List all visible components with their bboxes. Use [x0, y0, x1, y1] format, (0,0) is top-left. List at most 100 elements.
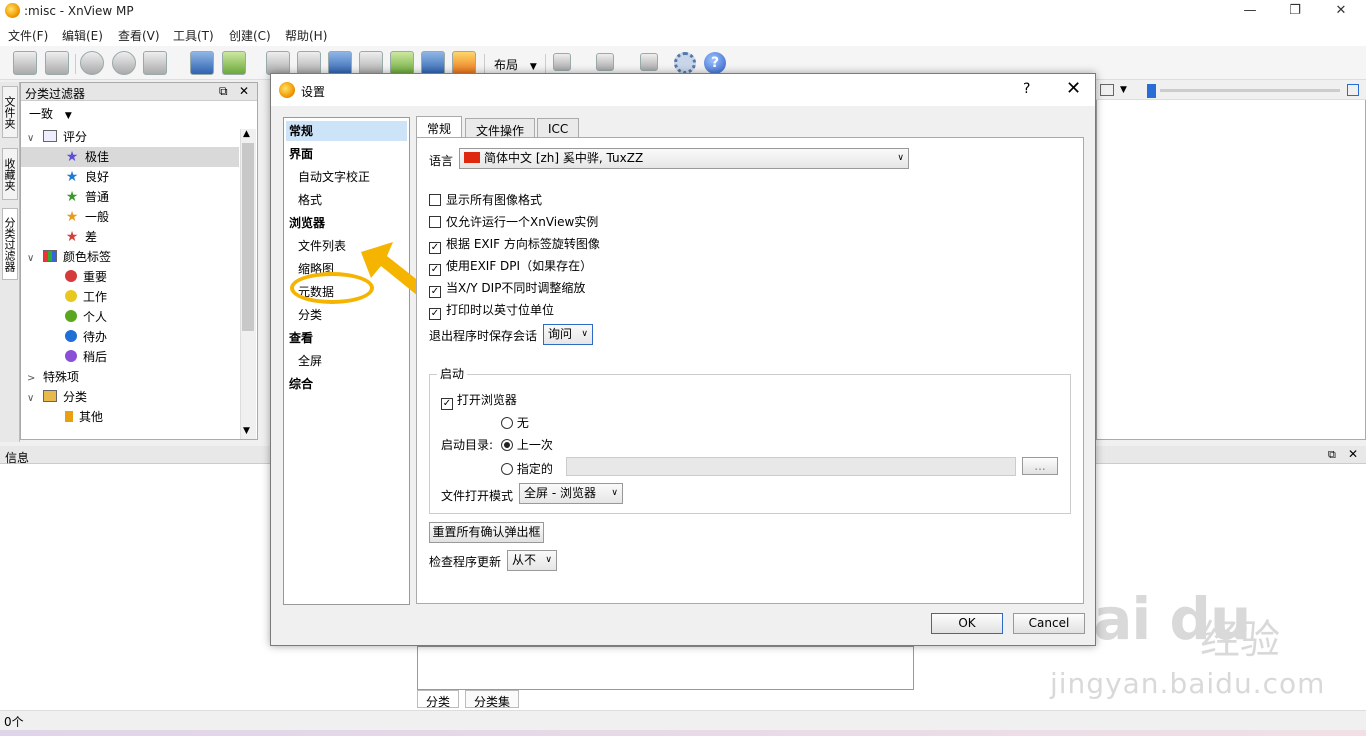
tab-file-operations[interactable]: 文件操作 [465, 118, 536, 138]
view-icon[interactable] [13, 51, 37, 75]
scroll-up-icon[interactable]: ▲ [243, 129, 250, 139]
nav-item[interactable]: 自动文字校正 [298, 167, 370, 187]
option-checkbox[interactable]: ✓ 打印时以英寸位单位 [429, 301, 554, 320]
tab-general[interactable]: 常规 [416, 116, 463, 138]
tree-item[interactable]: 工作 [21, 287, 239, 307]
tree-item[interactable]: ∨ 评分 [21, 127, 239, 147]
tree-icon[interactable] [640, 53, 658, 71]
tree-item[interactable]: 个人 [21, 307, 239, 327]
nav-item[interactable]: 分类 [298, 305, 322, 325]
tree-item[interactable]: ∨ 颜色标签 [21, 247, 239, 267]
startup-path-input[interactable] [566, 457, 1016, 476]
startup-option-none[interactable]: 无 [501, 414, 529, 431]
tree-item[interactable]: > 特殊项 [21, 367, 239, 387]
tab-folders[interactable]: 文件夹 [2, 86, 18, 138]
menu-file[interactable]: 文件(F) [8, 27, 48, 44]
restore-button[interactable]: ❐ [1283, 2, 1307, 20]
cancel-button[interactable]: Cancel [1013, 613, 1085, 634]
compare-icon[interactable] [553, 53, 571, 71]
option-checkbox[interactable]: ✓ 当X/Y DIP不同时调整缩放 [429, 279, 585, 298]
nav-item[interactable]: 综合 [289, 374, 313, 394]
nav-item[interactable]: 查看 [289, 328, 313, 348]
tree-item[interactable]: ★ 一般 [21, 207, 239, 227]
menu-tools[interactable]: 工具(T) [173, 27, 214, 44]
startup-option-specified[interactable]: 指定的 [501, 460, 553, 477]
file-open-mode-select[interactable]: 全屏 - 浏览器 ∨ [519, 483, 623, 504]
tab-category-filter[interactable]: 分类过滤器 [2, 208, 18, 280]
open-folder-icon[interactable] [222, 51, 246, 75]
slider-thumb[interactable] [1147, 84, 1156, 98]
dialog-close-button[interactable]: ✕ [1066, 78, 1081, 99]
open-browser-checkbox[interactable]: ✓ 打开浏览器 [441, 391, 517, 410]
check-updates-select[interactable]: 从不 ∨ [507, 550, 557, 571]
dialog-help-button[interactable]: ? [1023, 81, 1030, 97]
nav-item[interactable]: 浏览器 [289, 213, 325, 233]
tree-item[interactable]: 稍后 [21, 347, 239, 367]
tab-favorites[interactable]: 收藏夹 [2, 148, 18, 200]
bookmark-icon[interactable] [596, 53, 614, 71]
option-checkbox[interactable]: ✓ 根据 EXIF 方向标签旋转图像 [429, 235, 600, 254]
menu-edit[interactable]: 编辑(E) [62, 27, 103, 44]
chevron-right-icon[interactable]: > [27, 369, 43, 389]
ok-button[interactable]: OK [931, 613, 1003, 634]
option-checkbox[interactable]: ✓ 使用EXIF DPI（如果存在） [429, 257, 592, 276]
view-mode-icon[interactable] [1100, 84, 1114, 96]
nav-item[interactable]: 常规 [289, 121, 313, 141]
tree-item[interactable]: ★ 普通 [21, 187, 239, 207]
tree-item[interactable]: 待办 [21, 327, 239, 347]
menu-help[interactable]: 帮助(H) [285, 27, 327, 44]
tree-item[interactable]: ★ 差 [21, 227, 239, 247]
layout-dropdown[interactable]: 布局 ▼ [494, 56, 537, 73]
menu-create[interactable]: 创建(C) [229, 27, 271, 44]
tab-icc[interactable]: ICC [537, 118, 580, 138]
refresh-icon[interactable] [190, 51, 214, 75]
chevron-down-icon[interactable]: ▼ [1120, 85, 1127, 95]
option-checkbox[interactable]: 显示所有图像格式 [429, 191, 542, 208]
minimize-button[interactable]: — [1238, 2, 1262, 20]
binoculars-icon[interactable] [266, 51, 290, 75]
capture-icon[interactable] [421, 51, 445, 75]
match-mode-dropdown[interactable]: 一致 ▼ [29, 105, 72, 122]
convert-icon[interactable] [359, 51, 383, 75]
rotate-left-icon[interactable] [80, 51, 104, 75]
tab-category-sets[interactable]: 分类集 [465, 690, 520, 709]
close-icon[interactable]: ✕ [239, 84, 249, 98]
thumbnail-size-slider[interactable] [1160, 89, 1340, 92]
chevron-down-icon[interactable]: ∨ [27, 249, 43, 269]
fit-icon[interactable] [1347, 84, 1359, 96]
gear-icon[interactable] [674, 52, 696, 74]
fullscreen-icon[interactable] [45, 51, 69, 75]
slideshow-icon[interactable] [452, 51, 476, 75]
browse-button[interactable]: ... [1022, 457, 1058, 475]
menu-view[interactable]: 查看(V) [118, 27, 160, 44]
close-button[interactable]: ✕ [1329, 2, 1353, 20]
nav-item[interactable]: 文件列表 [298, 236, 346, 256]
save-session-select[interactable]: 询问 ∨ [543, 324, 593, 345]
close-icon[interactable]: ✕ [1348, 447, 1358, 461]
startup-option-last[interactable]: 上一次 [501, 436, 553, 453]
tree-item[interactable]: 其他 [21, 407, 239, 427]
pin-icon[interactable]: ⧉ [1328, 448, 1336, 462]
chevron-down-icon[interactable]: ∨ [27, 129, 43, 149]
batch-icon[interactable] [390, 51, 414, 75]
pin-icon[interactable]: ⧉ [219, 84, 228, 99]
tree-item[interactable]: ★ 良好 [21, 167, 239, 187]
help-icon[interactable]: ? [704, 52, 726, 74]
option-checkbox[interactable]: 仅允许运行一个XnView实例 [429, 213, 598, 230]
rotate-right-icon[interactable] [112, 51, 136, 75]
print-icon[interactable] [297, 51, 321, 75]
nav-item[interactable]: 全屏 [298, 351, 322, 371]
tree-item[interactable]: ★ 极佳 [21, 147, 239, 167]
scan-icon[interactable] [328, 51, 352, 75]
tree-item[interactable]: 重要 [21, 267, 239, 287]
reset-confirmations-button[interactable]: 重置所有确认弹出框 [429, 522, 544, 543]
nav-item[interactable]: 界面 [289, 144, 313, 164]
nav-item[interactable]: 格式 [298, 190, 322, 210]
scroll-down-icon[interactable]: ▼ [243, 426, 250, 436]
tree-item[interactable]: ∨ 分类 [21, 387, 239, 407]
tab-categories[interactable]: 分类 [417, 690, 460, 709]
scrollbar-thumb[interactable] [242, 143, 254, 331]
tag-icon[interactable] [143, 51, 167, 75]
language-select[interactable]: 简体中文 [zh] 奚中骅, TuxZZ ∨ [459, 148, 909, 169]
chevron-down-icon[interactable]: ∨ [27, 389, 43, 409]
